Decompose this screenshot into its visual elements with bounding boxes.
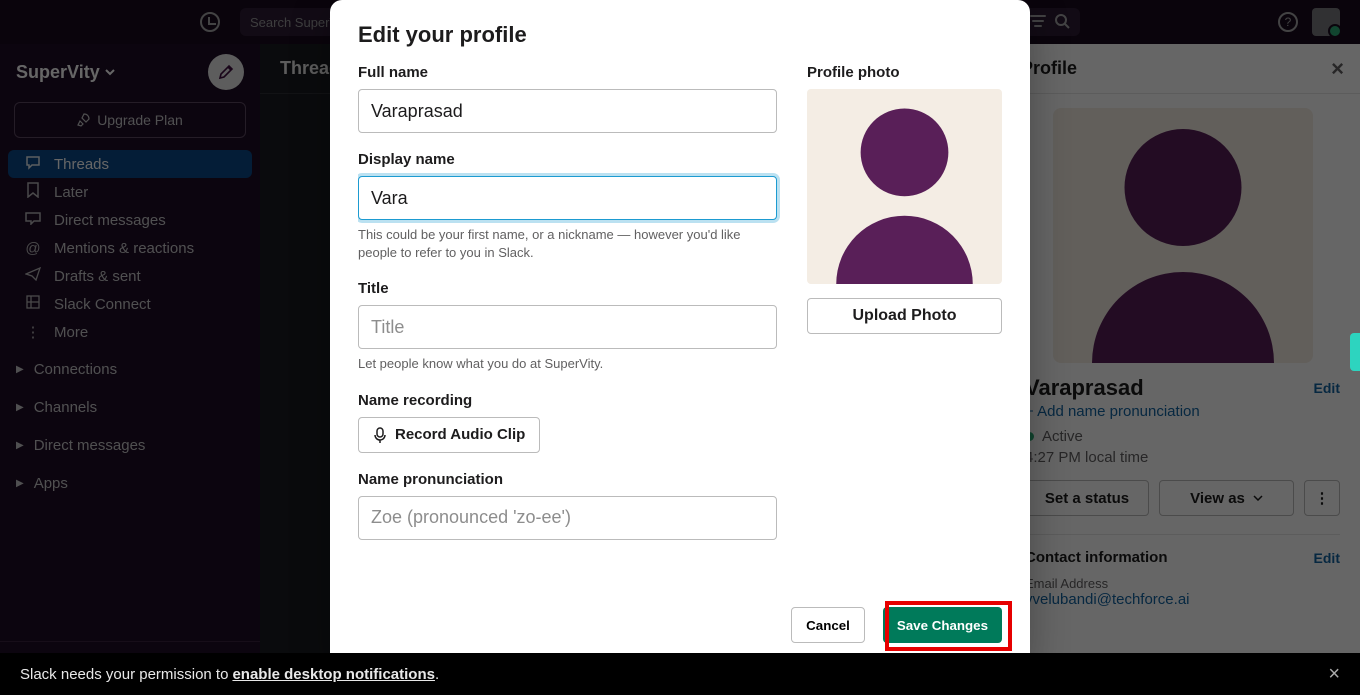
cancel-button[interactable]: Cancel <box>791 607 865 643</box>
profile-photo-preview <box>807 89 1002 284</box>
record-label: Record Audio Clip <box>395 426 525 443</box>
display-name-hint: This could be your first name, or a nick… <box>358 226 777 262</box>
title-label: Title <box>358 280 777 297</box>
modal-title: Edit your profile <box>358 22 1002 48</box>
edge-handle[interactable] <box>1350 333 1360 371</box>
pronunciation-label: Name pronunciation <box>358 471 777 488</box>
close-icon[interactable]: × <box>1328 663 1340 686</box>
title-hint: Let people know what you do at SuperVity… <box>358 355 777 373</box>
recording-label: Name recording <box>358 392 777 409</box>
notification-banner: Slack needs your permission to enable de… <box>0 653 1360 695</box>
display-name-input[interactable] <box>358 176 777 220</box>
title-input[interactable] <box>358 305 777 349</box>
mic-icon <box>373 427 387 443</box>
display-name-label: Display name <box>358 151 777 168</box>
full-name-label: Full name <box>358 64 777 81</box>
edit-profile-modal: Edit your profile Full name Display name… <box>330 0 1030 665</box>
save-changes-button[interactable]: Save Changes <box>883 607 1002 643</box>
full-name-input[interactable] <box>358 89 777 133</box>
enable-notifications-link[interactable]: enable desktop notifications <box>232 666 435 683</box>
banner-text: Slack needs your permission to <box>20 666 228 683</box>
upload-photo-button[interactable]: Upload Photo <box>807 298 1002 334</box>
profile-photo-label: Profile photo <box>807 64 1002 81</box>
record-audio-button[interactable]: Record Audio Clip <box>358 417 540 453</box>
pronunciation-input[interactable] <box>358 496 777 540</box>
